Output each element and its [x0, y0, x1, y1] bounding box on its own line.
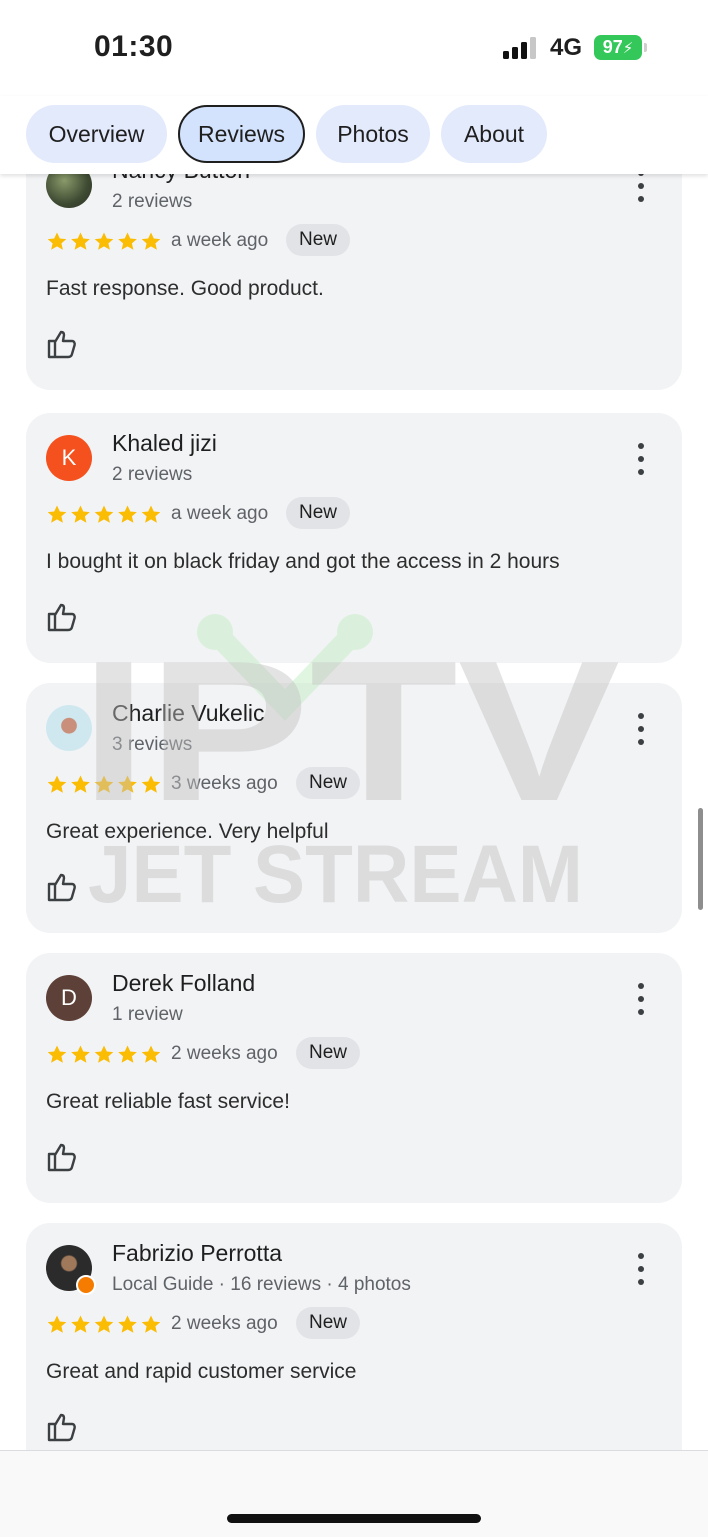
review-card: Fabrizio Perrotta Local Guide · 16 revie…: [26, 1223, 682, 1450]
tab-overview[interactable]: Overview: [26, 105, 167, 163]
reviewer-name[interactable]: Derek Folland: [112, 970, 255, 997]
avatar[interactable]: D: [46, 975, 92, 1021]
tab-about[interactable]: About: [441, 105, 547, 163]
thumbs-up-icon[interactable]: [46, 1411, 80, 1443]
avatar[interactable]: K: [46, 435, 92, 481]
reviewer-meta: 2 reviews: [112, 191, 193, 212]
review-card: Charlie Vukelic 3 reviews 3 weeks ago Ne…: [26, 683, 682, 933]
more-options-icon[interactable]: [628, 713, 654, 747]
review-age: a week ago: [171, 230, 269, 251]
more-options-icon[interactable]: [628, 170, 654, 204]
new-badge: New: [296, 1037, 361, 1069]
reviewer-name[interactable]: Charlie Vukelic: [112, 700, 265, 727]
battery-icon: 97⚡: [594, 35, 642, 60]
scrollbar[interactable]: [698, 808, 703, 910]
thumbs-up-icon[interactable]: [46, 871, 80, 903]
review-age: a week ago: [171, 503, 269, 524]
star-rating: [47, 505, 161, 523]
review-card: Nancy Button 2 reviews a week ago New Fa…: [26, 140, 682, 390]
battery-level: 97: [602, 37, 623, 57]
review-age: 3 weeks ago: [171, 773, 278, 794]
reviewer-name[interactable]: Khaled jizi: [112, 430, 217, 457]
reviews-list[interactable]: Nancy Button 2 reviews a week ago New Fa…: [0, 0, 708, 1450]
new-badge: New: [286, 497, 351, 529]
status-time: 01:30: [94, 30, 174, 63]
status-bar: 01:30 4G 97⚡: [0, 0, 708, 96]
review-text: Great reliable fast service!: [46, 1090, 290, 1113]
thumbs-up-icon[interactable]: [46, 1141, 80, 1173]
thumbs-up-icon[interactable]: [46, 328, 80, 360]
review-text: Fast response. Good product.: [46, 277, 324, 300]
star-rating: [47, 1045, 161, 1063]
new-badge: New: [286, 224, 351, 256]
new-badge: New: [296, 767, 361, 799]
reviewer-meta: 2 reviews: [112, 464, 193, 485]
review-text: I bought it on black friday and got the …: [46, 550, 560, 573]
new-badge: New: [296, 1307, 361, 1339]
more-options-icon[interactable]: [628, 1253, 654, 1287]
star-rating: [47, 232, 161, 250]
reviewer-meta: Local Guide · 16 reviews · 4 photos: [112, 1274, 411, 1295]
review-age: 2 weeks ago: [171, 1043, 278, 1064]
review-text: Great experience. Very helpful: [46, 820, 329, 843]
review-age: 2 weeks ago: [171, 1313, 278, 1334]
tab-photos[interactable]: Photos: [316, 105, 430, 163]
review-card: D Derek Folland 1 review 2 weeks ago New…: [26, 953, 682, 1203]
tab-reviews[interactable]: Reviews: [178, 105, 305, 163]
star-rating: [47, 1315, 161, 1333]
review-text: Great and rapid customer service: [46, 1360, 357, 1383]
bottom-bar: [0, 1450, 708, 1537]
thumbs-up-icon[interactable]: [46, 601, 80, 633]
reviewer-meta: 3 reviews: [112, 734, 193, 755]
reviewer-meta: 1 review: [112, 1004, 183, 1025]
tab-bar: Overview Reviews Photos About: [0, 96, 708, 174]
review-card: K Khaled jizi 2 reviews a week ago New I…: [26, 413, 682, 663]
reviewer-name[interactable]: Fabrizio Perrotta: [112, 1240, 282, 1267]
network-type: 4G: [550, 34, 583, 61]
battery-tip: [644, 43, 647, 52]
more-options-icon[interactable]: [628, 983, 654, 1017]
star-rating: [47, 775, 161, 793]
more-options-icon[interactable]: [628, 443, 654, 477]
cellular-signal-icon: [503, 37, 539, 59]
home-indicator[interactable]: [227, 1514, 481, 1523]
avatar[interactable]: [46, 705, 92, 751]
local-guide-badge: [76, 1275, 96, 1295]
avatar[interactable]: [46, 1245, 96, 1295]
